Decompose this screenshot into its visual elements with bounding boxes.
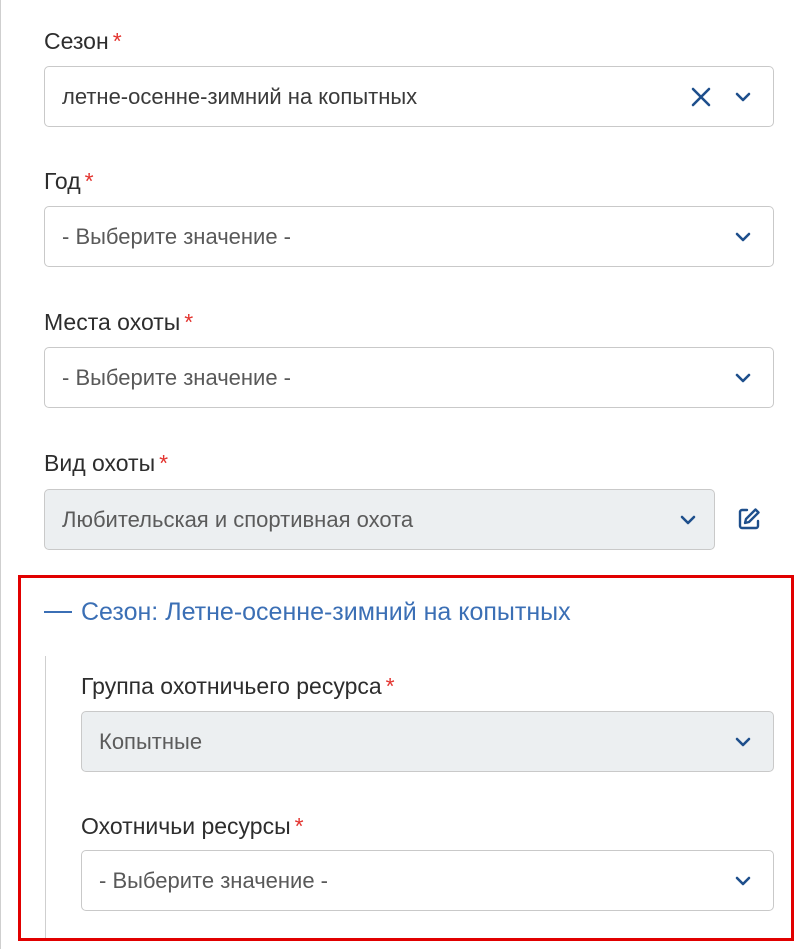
resource-group-label: Группа охотничьего ресурса * [81, 672, 395, 700]
hunting-places-label-text: Места охоты [44, 309, 181, 335]
required-mark: * [84, 168, 94, 194]
section-toggle[interactable]: Сезон: Летне-осенне-зимний на копытных [44, 597, 571, 627]
close-icon[interactable] [681, 75, 721, 119]
required-mark: * [294, 813, 304, 839]
resource-group-select[interactable]: Копытные [81, 711, 774, 772]
section-title-text: Сезон: Летне-осенне-зимний на копытных [81, 598, 571, 626]
year-label-text: Год [44, 168, 81, 194]
edit-icon[interactable] [727, 497, 771, 541]
required-mark: * [159, 450, 169, 476]
resources-label-text: Охотничьи ресурсы [81, 813, 291, 839]
year-select[interactable]: - Выберите значение - [44, 206, 774, 267]
resources-select-placeholder: - Выберите значение - [99, 867, 329, 893]
season-label: Сезон * [44, 27, 122, 55]
year-select-placeholder: - Выберите значение - [62, 223, 292, 249]
hunting-type-label: Вид охоты * [44, 449, 168, 477]
season-label-text: Сезон [44, 28, 109, 54]
form-page: Сезон * летне-осенне-зимний на копытных Г… [0, 0, 794, 949]
resource-group-label-text: Группа охотничьего ресурса [81, 673, 382, 699]
chevron-down-icon[interactable] [721, 720, 765, 764]
resource-group-select-value: Копытные [99, 728, 203, 754]
season-select[interactable]: летне-осенне-зимний на копытных [44, 66, 774, 127]
hunting-places-select-placeholder: - Выберите значение - [62, 364, 292, 390]
chevron-down-icon[interactable] [721, 356, 765, 400]
hunting-type-select-value: Любительская и спортивная охота [62, 506, 414, 532]
minus-icon [44, 611, 72, 613]
resources-label: Охотничьи ресурсы * [81, 812, 304, 840]
required-mark: * [385, 673, 395, 699]
chevron-down-icon[interactable] [721, 215, 765, 259]
chevron-down-icon[interactable] [721, 859, 765, 903]
year-label: Год * [44, 167, 94, 195]
resources-select[interactable]: - Выберите значение - [81, 850, 774, 911]
hunting-places-label: Места охоты * [44, 308, 193, 336]
required-mark: * [112, 28, 122, 54]
chevron-down-icon[interactable] [666, 498, 710, 542]
chevron-down-icon[interactable] [721, 75, 765, 119]
season-select-value: летне-осенне-зимний на копытных [62, 83, 418, 109]
hunting-places-select[interactable]: - Выберите значение - [44, 347, 774, 408]
hunting-type-select[interactable]: Любительская и спортивная охота [44, 489, 715, 550]
hunting-type-label-text: Вид охоты [44, 450, 156, 476]
required-mark: * [184, 309, 194, 335]
